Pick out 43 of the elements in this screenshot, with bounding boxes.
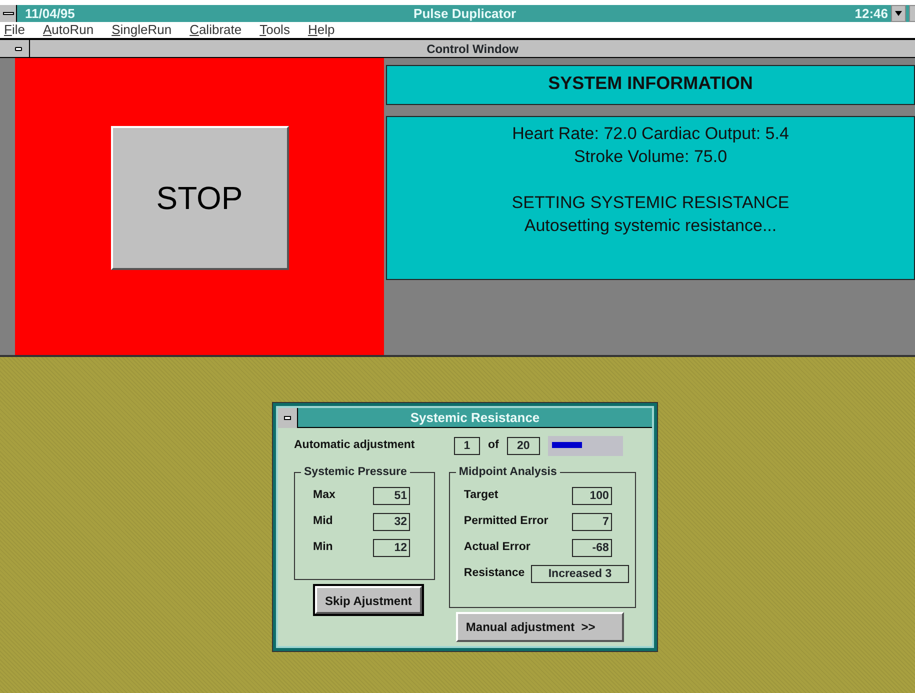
- field-label: Actual Error: [464, 540, 532, 556]
- manual-adjustment-button[interactable]: Manual adjustment >>: [456, 612, 624, 642]
- window-title: Pulse Duplicator: [412, 4, 518, 23]
- dialog-title: Systemic Resistance: [409, 408, 541, 427]
- menu-item[interactable]: SingleRun: [112, 22, 172, 37]
- field-label: Resistance: [464, 566, 525, 582]
- value-field: -68: [572, 539, 612, 557]
- value-field: 12: [373, 539, 410, 557]
- info-text: Stroke Volume: 75.0: [572, 146, 728, 168]
- value-field: 32: [373, 513, 410, 531]
- menu-item[interactable]: Help: [308, 22, 335, 37]
- info-heading: SYSTEM INFORMATION: [386, 65, 915, 105]
- info-text: SETTING SYSTEMIC RESISTANCE: [510, 192, 790, 214]
- group-title: Midpoint Analysis: [456, 465, 560, 479]
- field-label: Permitted Error: [464, 514, 550, 530]
- menu-item[interactable]: Calibrate: [190, 22, 242, 37]
- field-label: Max: [313, 488, 336, 504]
- value-field: 100: [572, 487, 612, 505]
- field-label: Mid: [313, 514, 334, 530]
- clock-text: 12:46: [854, 4, 888, 23]
- system-menu-icon[interactable]: [278, 408, 298, 428]
- group-title: Systemic Pressure: [301, 465, 410, 479]
- system-menu-icon[interactable]: [0, 5, 17, 22]
- field-label: Min: [313, 540, 334, 556]
- stop-button[interactable]: STOP: [110, 126, 288, 270]
- menu-item[interactable]: AutoRun: [42, 22, 94, 37]
- date-text: 11/04/95: [25, 4, 75, 23]
- caret-icon: [895, 11, 902, 16]
- minimize-button[interactable]: [891, 5, 906, 22]
- menu-item[interactable]: File: [4, 22, 25, 37]
- value-field: 1: [454, 437, 480, 455]
- window-title: Control Window: [426, 40, 520, 58]
- value-field: 20: [506, 437, 540, 455]
- info-text: Autosetting systemic resistance...: [523, 215, 778, 237]
- value-field: 51: [373, 487, 410, 505]
- menu-item[interactable]: Tools: [260, 22, 290, 37]
- field-label: of: [488, 438, 499, 454]
- field-label: Automatic adjustment: [294, 438, 416, 454]
- value-field: 7: [572, 513, 612, 531]
- skip-button[interactable]: Skip Ajustment: [315, 586, 422, 614]
- field-label: Target: [464, 488, 500, 504]
- info-text: Heart Rate: 72.0 Cardiac Output: 5.4: [511, 123, 790, 145]
- value-field: Increased 3: [531, 565, 629, 583]
